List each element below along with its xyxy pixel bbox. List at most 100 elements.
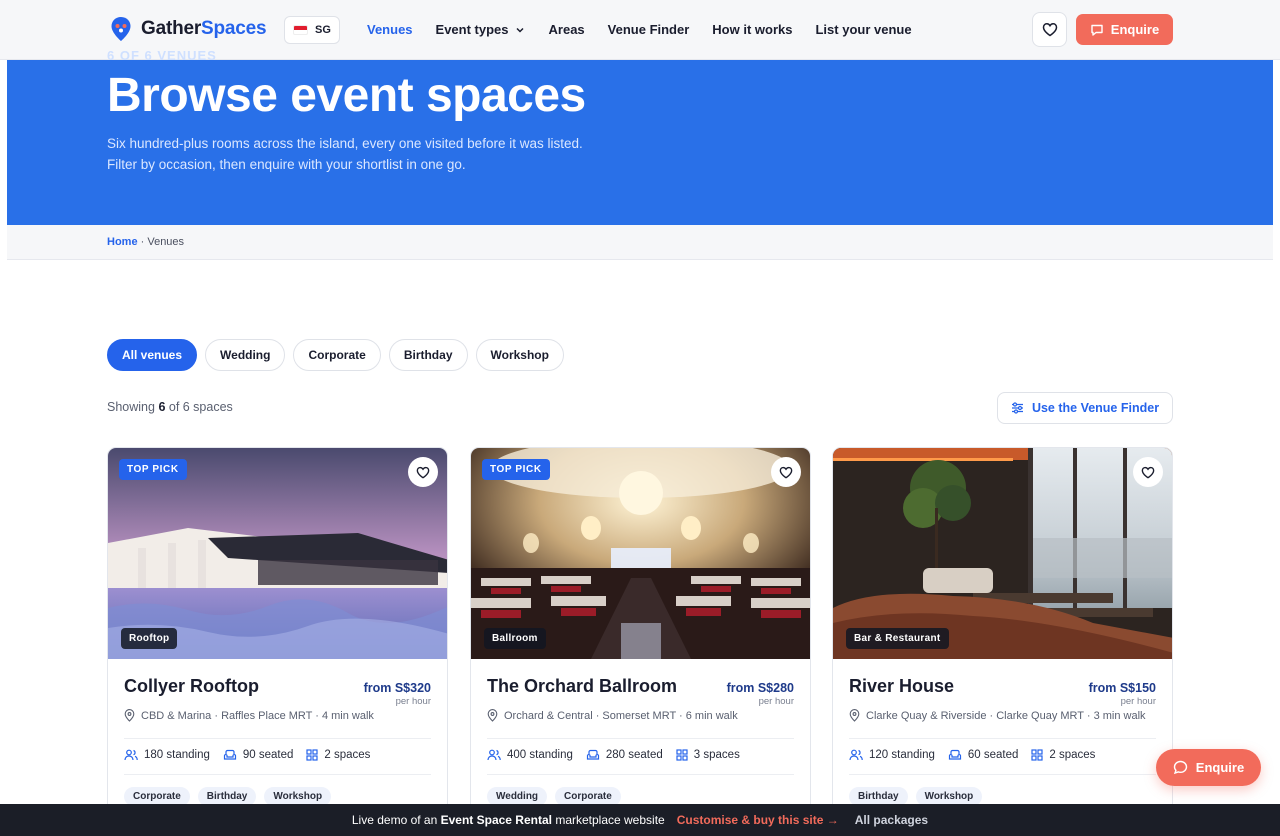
- sofa-icon: [223, 749, 236, 760]
- map-pin-icon: [124, 709, 135, 722]
- nav-list-your-venue[interactable]: List your venue: [815, 22, 911, 37]
- nav-areas[interactable]: Areas: [549, 22, 585, 37]
- space-count: 2 spaces: [306, 749, 370, 761]
- demo-text-c: marketplace website: [551, 813, 665, 827]
- sofa-icon: [586, 749, 599, 760]
- demo-text: Live demo of an Event Space Rental marke…: [352, 813, 665, 827]
- event-type-filters: All venues Wedding Corporate Birthday Wo…: [107, 339, 564, 371]
- people-icon: [849, 749, 863, 761]
- save-venue-button[interactable]: [771, 457, 801, 487]
- standing-capacity: 180 standing: [124, 749, 210, 761]
- chevron-down-icon: [515, 27, 524, 33]
- brand-name: GatherSpaces: [141, 18, 267, 39]
- divider: [124, 738, 431, 739]
- breadcrumb-home[interactable]: Home: [107, 236, 138, 248]
- heart-icon: [1141, 466, 1155, 479]
- people-icon: [487, 749, 501, 761]
- standing-text: 180 standing: [144, 749, 210, 761]
- price-unit: per hour: [1120, 696, 1156, 707]
- save-venue-button[interactable]: [408, 457, 438, 487]
- price-unit: per hour: [395, 696, 431, 707]
- venue-card[interactable]: Bar & Restaurant River House from S$150 p…: [832, 447, 1173, 836]
- save-venue-button[interactable]: [1133, 457, 1163, 487]
- header-enquire-button[interactable]: Enquire: [1076, 14, 1173, 45]
- filter-birthday[interactable]: Birthday: [388, 339, 468, 371]
- venue-finder-label: Use the Venue Finder: [1031, 401, 1160, 415]
- demo-text-b: Event Space Rental: [440, 813, 552, 827]
- venue-price: from S$280 per hour: [727, 681, 794, 707]
- location-text: CBD & Marina · Raffles Place MRT · 4 min…: [141, 709, 374, 722]
- venue-name[interactable]: The Orchard Ballroom: [487, 676, 677, 697]
- heart-icon: [1042, 23, 1057, 37]
- grid-icon: [676, 749, 688, 761]
- capacity-stats: 120 standing 60 seated 2 spaces: [849, 749, 1095, 761]
- divider: [849, 738, 1156, 739]
- results-suffix: of 6 spaces: [165, 400, 233, 414]
- price-amount: from S$320: [363, 681, 431, 695]
- top-pick-badge: TOP PICK: [119, 459, 187, 480]
- spaces-text: 2 spaces: [324, 749, 371, 761]
- filter-wedding[interactable]: Wedding: [205, 339, 286, 371]
- floating-enquire-label: Enquire: [1195, 760, 1245, 775]
- breadcrumb-current: Venues: [147, 236, 185, 248]
- venue-category-badge: Ballroom: [484, 628, 546, 649]
- standing-capacity: 120 standing: [849, 749, 935, 761]
- space-count: 3 spaces: [676, 749, 740, 761]
- nav-event-types[interactable]: Event types: [436, 22, 525, 37]
- top-pick-badge: TOP PICK: [482, 459, 550, 480]
- divider: [487, 774, 794, 775]
- venue-location: Orchard & Central · Somerset MRT · 6 min…: [487, 709, 738, 722]
- nav-event-types-label: Event types: [435, 22, 509, 37]
- divider: [849, 774, 1156, 775]
- chat-icon: [1091, 24, 1103, 36]
- floating-enquire-button[interactable]: Enquire: [1156, 749, 1261, 786]
- grid-icon: [1031, 749, 1043, 761]
- brand-logo[interactable]: GatherSpaces: [110, 16, 267, 42]
- location-text: Orchard & Central · Somerset MRT · 6 min…: [504, 709, 738, 722]
- people-icon: [124, 749, 138, 761]
- venue-location: CBD & Marina · Raffles Place MRT · 4 min…: [124, 709, 374, 722]
- standing-text: 120 standing: [869, 749, 935, 761]
- venue-card[interactable]: TOP PICK Ballroom The Orchard Ballroom f…: [470, 447, 811, 836]
- grid-icon: [306, 749, 318, 761]
- venue-finder-button[interactable]: Use the Venue Finder: [997, 392, 1173, 424]
- divider: [124, 774, 431, 775]
- demo-banner: Live demo of an Event Space Rental marke…: [0, 804, 1280, 836]
- filter-workshop[interactable]: Workshop: [475, 339, 564, 371]
- breadcrumb: Home · Venues: [7, 225, 1273, 260]
- venue-price: from S$320 per hour: [364, 681, 431, 707]
- hero-subtitle-line-1: Six hundred-plus rooms across the island…: [107, 136, 583, 151]
- chat-bubble-icon: [1173, 760, 1187, 775]
- hero-eyebrow: 6 OF 6 VENUES: [107, 48, 217, 63]
- venue-name[interactable]: River House: [849, 676, 954, 697]
- all-packages-link[interactable]: All packages: [855, 813, 928, 827]
- spaces-text: 2 spaces: [1049, 749, 1096, 761]
- price-amount: from S$150: [1088, 681, 1156, 695]
- nav-how-it-works[interactable]: How it works: [712, 22, 792, 37]
- heart-icon: [779, 466, 793, 479]
- country-selector[interactable]: SG: [284, 16, 340, 44]
- main-nav: Venues Event types Areas Venue Finder Ho…: [367, 22, 912, 37]
- venue-name[interactable]: Collyer Rooftop: [124, 676, 259, 697]
- price-unit: per hour: [758, 696, 794, 707]
- filter-all-venues[interactable]: All venues: [107, 339, 198, 371]
- page-title: Browse event spaces: [107, 69, 586, 122]
- venue-card[interactable]: TOP PICK Rooftop Collyer Rooftop from S$…: [107, 447, 448, 836]
- standing-capacity: 400 standing: [487, 749, 573, 761]
- spaces-text: 3 spaces: [693, 749, 740, 761]
- breadcrumb-separator: ·: [137, 236, 148, 248]
- venue-location: Clarke Quay & Riverside · Clarke Quay MR…: [849, 709, 1146, 722]
- filter-corporate[interactable]: Corporate: [293, 339, 381, 371]
- nav-venue-finder[interactable]: Venue Finder: [608, 22, 690, 37]
- divider: [487, 738, 794, 739]
- customise-link[interactable]: Customise & buy this site →: [677, 813, 839, 827]
- header-enquire-label: Enquire: [1110, 22, 1160, 37]
- results-prefix: Showing: [107, 400, 159, 414]
- location-pin-logo-icon: [111, 17, 131, 41]
- sofa-icon: [948, 749, 961, 760]
- nav-venues[interactable]: Venues: [367, 22, 413, 37]
- favourites-button[interactable]: [1032, 12, 1067, 47]
- map-pin-icon: [849, 709, 860, 722]
- map-pin-icon: [487, 709, 498, 722]
- seated-text: 90 seated: [242, 749, 294, 761]
